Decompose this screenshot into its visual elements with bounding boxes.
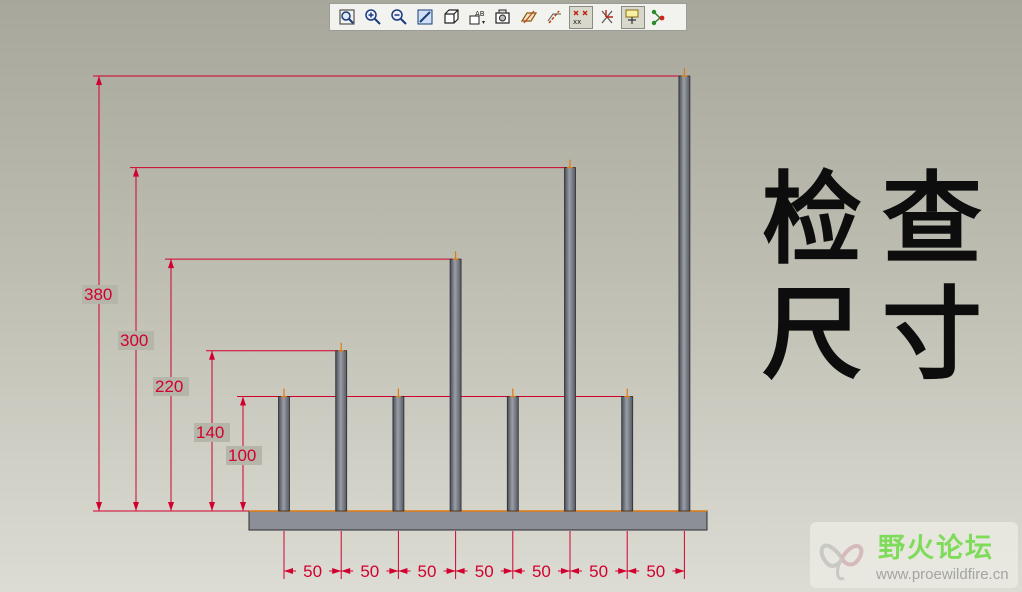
dimension-arrow bbox=[96, 76, 102, 85]
dimension-arrow bbox=[133, 502, 139, 511]
dimension-arrow bbox=[209, 502, 215, 511]
horizontal-dimension-value: 50 bbox=[360, 562, 379, 581]
forum-watermark: 野火论坛 www.proewildfire.cn bbox=[810, 522, 1018, 588]
dimension-arrow bbox=[133, 167, 139, 177]
dimension-arrow bbox=[332, 568, 342, 574]
dimension-arrow bbox=[446, 568, 456, 574]
dimension-arrow bbox=[341, 568, 351, 574]
forum-name: 野火论坛 bbox=[878, 533, 994, 564]
dimension-arrow bbox=[618, 568, 628, 574]
vertical-dimension-value: 300 bbox=[120, 331, 148, 350]
post bbox=[278, 396, 290, 512]
dimension-arrow bbox=[96, 502, 102, 511]
butterfly-logo-icon bbox=[819, 543, 864, 581]
dimension-arrow bbox=[398, 568, 408, 574]
post bbox=[678, 75, 691, 512]
dimension-arrow bbox=[240, 502, 246, 511]
vertical-dimension-value: 140 bbox=[196, 423, 224, 442]
dimension-layer: 380 300 220 140100 50 50 50 50 50 50 50 bbox=[82, 75, 689, 581]
post bbox=[335, 350, 348, 512]
dimension-arrow bbox=[209, 350, 215, 360]
forum-url: www.proewildfire.cn bbox=[876, 566, 1009, 583]
dimension-arrow bbox=[455, 568, 465, 574]
title-char: 尺 bbox=[762, 276, 862, 393]
dimension-arrow bbox=[570, 568, 579, 574]
title-char: 寸 bbox=[882, 276, 982, 393]
dimension-arrow bbox=[284, 568, 293, 574]
title-char: 查 bbox=[882, 161, 982, 278]
post bbox=[506, 396, 519, 512]
vertical-dimension-value: 220 bbox=[155, 377, 183, 396]
base-plate bbox=[248, 510, 708, 531]
dimension-arrow bbox=[503, 568, 513, 574]
horizontal-dimension-value: 50 bbox=[646, 562, 665, 581]
title-char: 检 bbox=[762, 161, 862, 278]
dimension-arrow bbox=[240, 396, 246, 406]
dimension-arrow bbox=[512, 568, 522, 574]
horizontal-dimension-value: 50 bbox=[303, 562, 322, 581]
dimension-arrow bbox=[627, 568, 637, 574]
horizontal-dimension-value: 50 bbox=[532, 562, 551, 581]
vertical-dimension-value: 100 bbox=[228, 446, 256, 465]
title-text: 检 查 尺 寸 bbox=[752, 160, 992, 400]
horizontal-dimension-value: 50 bbox=[418, 562, 437, 581]
post bbox=[392, 396, 405, 512]
dimension-arrow bbox=[389, 568, 399, 574]
horizontal-dimension-value: 50 bbox=[589, 562, 608, 581]
dimension-arrow bbox=[561, 568, 570, 574]
horizontal-dimension-value: 50 bbox=[475, 562, 494, 581]
post bbox=[564, 167, 576, 512]
vertical-dimension-value: 380 bbox=[84, 285, 112, 304]
posts-layer bbox=[248, 68, 708, 531]
dimension-arrow bbox=[168, 259, 174, 269]
post bbox=[621, 396, 634, 512]
dimension-arrow bbox=[675, 568, 685, 574]
dimension-arrow bbox=[168, 502, 174, 511]
post bbox=[449, 258, 462, 512]
